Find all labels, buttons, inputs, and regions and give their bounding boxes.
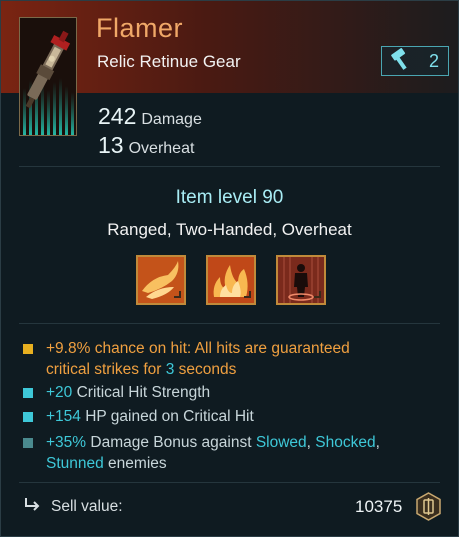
flame-sweep-icon[interactable] xyxy=(136,255,186,305)
divider xyxy=(19,323,440,324)
perk-bullet-icon xyxy=(23,438,33,448)
stat-value: 13 xyxy=(98,132,124,158)
perk-text: +20 Critical Hit Strength xyxy=(46,384,211,401)
perk-item: +154 HP gained on Critical Hit xyxy=(23,406,254,427)
stat-label: Overheat xyxy=(128,140,195,157)
item-type: Relic Retinue Gear xyxy=(97,52,241,71)
credits-coin-icon xyxy=(415,492,442,521)
stat-overheat: 13 Overheat xyxy=(98,132,194,159)
hammer-icon xyxy=(390,47,412,75)
stat-label: Damage xyxy=(141,111,202,128)
item-name: Flamer xyxy=(96,13,184,43)
perk-item: +9.8% chance on hit: All hits are guaran… xyxy=(23,338,350,380)
divider xyxy=(19,482,440,483)
perk-bullet-icon xyxy=(23,412,33,422)
item-tier-value: 2 xyxy=(428,50,439,71)
sell-row: Sell value: xyxy=(23,496,123,517)
sell-value: 10375 xyxy=(355,497,403,516)
perk-text: +35% Damage Bonus against Slowed, Shocke… xyxy=(46,434,380,472)
divider xyxy=(19,166,440,167)
flamer-weapon-icon xyxy=(19,17,77,136)
item-tooltip: Flamer Relic Retinue Gear 2 242 Damage 1… xyxy=(0,0,459,537)
stat-damage: 242 Damage xyxy=(98,103,202,130)
burning-figure-icon[interactable] xyxy=(276,255,326,305)
perk-item: +35% Damage Bonus against Slowed, Shocke… xyxy=(23,432,380,474)
sell-label: Sell value: xyxy=(51,497,123,515)
perk-bullet-icon xyxy=(23,344,33,354)
item-level: Item level 90 xyxy=(175,187,284,208)
sell-arrow-icon xyxy=(23,496,41,517)
item-tags: Ranged, Two-Handed, Overheat xyxy=(107,220,352,239)
perk-bullet-icon xyxy=(23,388,33,398)
stat-value: 242 xyxy=(98,103,137,129)
perk-text: +9.8% chance on hit: All hits are guaran… xyxy=(46,340,350,378)
perk-item: +20 Critical Hit Strength xyxy=(23,382,210,403)
flames-icon[interactable] xyxy=(206,255,256,305)
item-tier-badge: 2 xyxy=(381,46,449,76)
perk-text: +154 HP gained on Critical Hit xyxy=(46,408,254,425)
